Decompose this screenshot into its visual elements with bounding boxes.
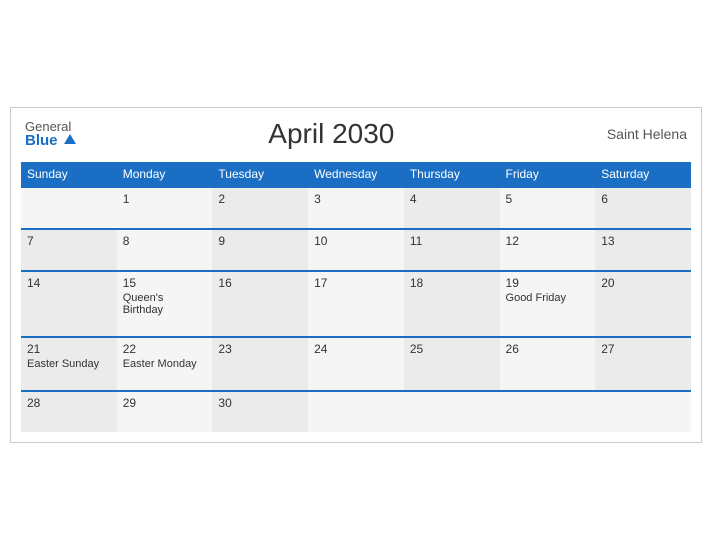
calendar-container: General Blue April 2030 Saint Helena Sun… (10, 107, 702, 443)
calendar-cell: 27 (595, 337, 691, 391)
calendar-cell: 9 (212, 229, 308, 271)
day-number: 19 (506, 276, 590, 290)
calendar-cell: 16 (212, 271, 308, 337)
logo: General Blue (25, 120, 76, 148)
calendar-cell: 20 (595, 271, 691, 337)
calendar-cell (500, 391, 596, 432)
calendar-cell (404, 391, 500, 432)
calendar-region: Saint Helena (587, 126, 687, 142)
calendar-cell: 5 (500, 187, 596, 229)
logo-blue-word: Blue (25, 132, 58, 149)
calendar-week-row: 789 10 11 12 13 (21, 229, 691, 271)
col-saturday: Saturday (595, 162, 691, 187)
calendar-grid: Sunday Monday Tuesday Wednesday Thursday… (21, 162, 691, 432)
day-number: 9 (218, 234, 302, 248)
calendar-cell: 19 Good Friday (500, 271, 596, 337)
day-number: 18 (410, 276, 494, 290)
calendar-week-row: 14 15 Queen's Birthday 16 17 18 19 Good Friday 2… (21, 271, 691, 337)
calendar-cell: 15 Queen's Birthday (117, 271, 213, 337)
calendar-cell: 18 (404, 271, 500, 337)
calendar-cell: 8 (117, 229, 213, 271)
calendar-cell: 17 (308, 271, 404, 337)
col-friday: Friday (500, 162, 596, 187)
calendar-cell: 14 (21, 271, 117, 337)
day-event: Easter Monday (123, 358, 207, 370)
day-number: 27 (601, 342, 685, 356)
day-number: 20 (601, 276, 685, 290)
day-number: 12 (506, 234, 590, 248)
calendar-cell: 26 (500, 337, 596, 391)
day-number: 13 (601, 234, 685, 248)
col-thursday: Thursday (404, 162, 500, 187)
day-number: 26 (506, 342, 590, 356)
col-monday: Monday (117, 162, 213, 187)
calendar-week-row: 28 29 30 (21, 391, 691, 432)
calendar-cell (308, 391, 404, 432)
calendar-week-row: 21 Easter Sunday 22 Easter Monday 23 24 25 26 27 (21, 337, 691, 391)
day-number: 21 (27, 342, 111, 356)
calendar-cell: 28 (21, 391, 117, 432)
calendar-cell: 10 (308, 229, 404, 271)
col-sunday: Sunday (21, 162, 117, 187)
calendar-cell: 6 (595, 187, 691, 229)
calendar-cell: 24 (308, 337, 404, 391)
calendar-cell: 13 (595, 229, 691, 271)
day-number: 22 (123, 342, 207, 356)
calendar-cell: 3 (308, 187, 404, 229)
day-number: 10 (314, 234, 398, 248)
calendar-cell: 21 Easter Sunday (21, 337, 117, 391)
day-number: 11 (410, 234, 494, 248)
calendar-cell (595, 391, 691, 432)
calendar-cell (21, 187, 117, 229)
calendar-cell: 25 (404, 337, 500, 391)
day-number: 30 (218, 396, 302, 410)
calendar-cell: 30 (212, 391, 308, 432)
day-number: 24 (314, 342, 398, 356)
day-number: 15 (123, 276, 207, 290)
calendar-cell: 7 (21, 229, 117, 271)
logo-triangle-icon (64, 134, 76, 144)
calendar-cell: 2 (212, 187, 308, 229)
day-number: 23 (218, 342, 302, 356)
day-number: 28 (27, 396, 111, 410)
calendar-cell: 11 (404, 229, 500, 271)
day-number: 29 (123, 396, 207, 410)
day-number: 5 (506, 192, 590, 206)
calendar-header-row: Sunday Monday Tuesday Wednesday Thursday… (21, 162, 691, 187)
calendar-title: April 2030 (76, 118, 587, 150)
day-number: 17 (314, 276, 398, 290)
day-number: 4 (410, 192, 494, 206)
day-number: 7 (27, 234, 111, 248)
day-number: 2 (218, 192, 302, 206)
col-tuesday: Tuesday (212, 162, 308, 187)
day-event: Queen's Birthday (123, 292, 207, 316)
calendar-cell: 1 (117, 187, 213, 229)
calendar-week-row: 123456 (21, 187, 691, 229)
calendar-cell: 22 Easter Monday (117, 337, 213, 391)
day-event: Easter Sunday (27, 358, 111, 370)
calendar-cell: 29 (117, 391, 213, 432)
col-wednesday: Wednesday (308, 162, 404, 187)
calendar-cell: 23 (212, 337, 308, 391)
calendar-cell: 12 (500, 229, 596, 271)
day-event: Good Friday (506, 292, 590, 304)
day-number: 16 (218, 276, 302, 290)
calendar-cell: 4 (404, 187, 500, 229)
day-number: 25 (410, 342, 494, 356)
calendar-header: General Blue April 2030 Saint Helena (21, 118, 691, 150)
day-number: 1 (123, 192, 207, 206)
day-number: 6 (601, 192, 685, 206)
day-number: 8 (123, 234, 207, 248)
day-number: 14 (27, 276, 111, 290)
day-number: 3 (314, 192, 398, 206)
logo-blue-text: Blue (25, 133, 76, 148)
